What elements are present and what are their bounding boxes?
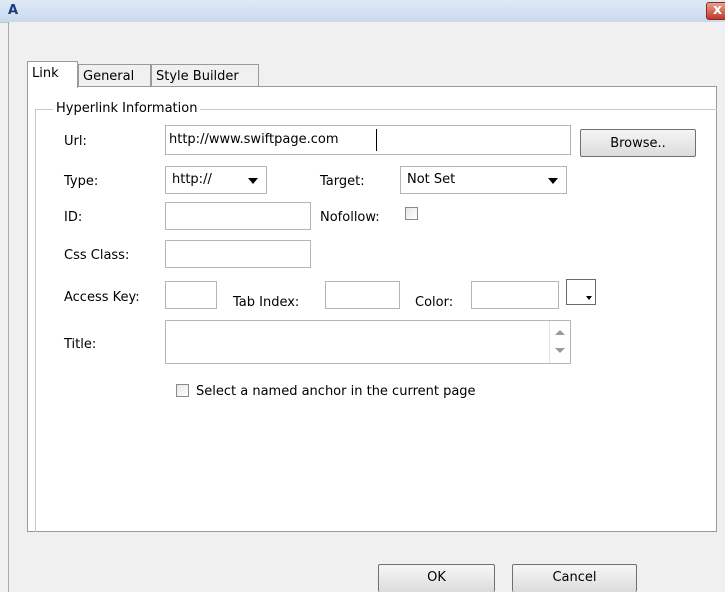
fieldset-legend: Hyperlink Information	[53, 101, 201, 116]
title-textarea[interactable]	[165, 320, 571, 364]
text-caret	[376, 129, 377, 151]
target-select-value: Not Set	[407, 172, 456, 187]
url-input[interactable]: http://www.swiftpage.com	[165, 125, 571, 155]
close-icon: x	[713, 2, 723, 18]
type-label: Type:	[64, 174, 99, 189]
target-select[interactable]: Not Set	[400, 166, 567, 194]
tab-general[interactable]: General	[78, 64, 151, 86]
title-bar: A x	[0, 0, 725, 23]
nofollow-label: Nofollow:	[320, 210, 380, 225]
css-class-label: Css Class:	[64, 248, 130, 263]
tab-index-label: Tab Index:	[233, 295, 300, 310]
id-input[interactable]	[165, 202, 311, 230]
window-title: A	[8, 3, 19, 18]
scroll-up-icon[interactable]	[555, 330, 565, 335]
chevron-down-icon	[586, 296, 592, 300]
tab-style-builder[interactable]: Style Builder	[151, 64, 259, 86]
title-label: Title:	[64, 337, 97, 352]
browse-button[interactable]: Browse..	[580, 129, 696, 157]
anchor-checkbox[interactable]	[176, 384, 189, 397]
anchor-checkbox-label[interactable]: Select a named anchor in the current pag…	[196, 384, 476, 399]
color-label: Color:	[415, 295, 454, 310]
cancel-button[interactable]: Cancel	[512, 564, 637, 592]
id-label: ID:	[64, 210, 83, 225]
target-label: Target:	[320, 174, 365, 189]
chevron-down-icon	[248, 178, 258, 184]
color-picker-button[interactable]	[566, 279, 596, 305]
access-key-label: Access Key:	[64, 290, 140, 305]
ok-button[interactable]: OK	[378, 564, 495, 592]
tab-index-input[interactable]	[325, 281, 400, 309]
css-class-input[interactable]	[165, 240, 311, 268]
type-select[interactable]: http://	[165, 166, 267, 194]
scroll-down-icon[interactable]	[555, 348, 565, 353]
access-key-input[interactable]	[165, 281, 217, 309]
tab-link[interactable]: Link	[27, 61, 78, 88]
nofollow-checkbox[interactable]	[405, 207, 418, 220]
color-input[interactable]	[471, 281, 559, 309]
close-button[interactable]: x	[706, 2, 725, 20]
textarea-scrollbar[interactable]	[549, 321, 570, 363]
type-select-value: http://	[172, 172, 212, 187]
chevron-down-icon	[548, 178, 558, 184]
url-label: Url:	[64, 134, 87, 149]
